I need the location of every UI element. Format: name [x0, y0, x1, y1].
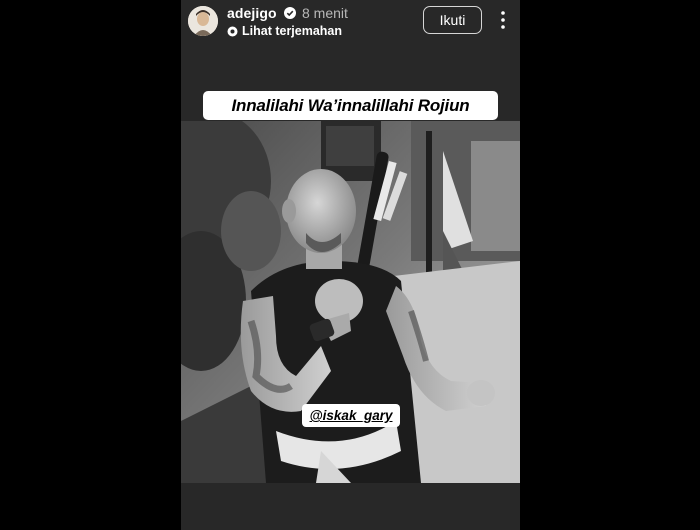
follow-button[interactable]: Ikuti — [423, 6, 482, 34]
post-time: 8 menit — [302, 5, 348, 21]
caption-sticker: Innalilahi Wa’innalillahi Rojiun — [203, 91, 498, 120]
story-viewer: adejigo 8 menit Lihat terjemahan Ikuti I… — [181, 0, 520, 530]
story-header: adejigo 8 menit Lihat terjemahan Ikuti — [181, 0, 520, 44]
more-options-icon[interactable] — [499, 10, 507, 30]
avatar[interactable] — [188, 6, 218, 36]
translate-icon — [227, 26, 238, 37]
verified-badge-icon — [284, 7, 296, 19]
see-translation-link[interactable]: Lihat terjemahan — [242, 24, 342, 38]
mention-sticker[interactable]: @iskak_gary — [302, 404, 400, 427]
story-photo[interactable] — [181, 121, 520, 483]
username[interactable]: adejigo — [227, 5, 277, 21]
